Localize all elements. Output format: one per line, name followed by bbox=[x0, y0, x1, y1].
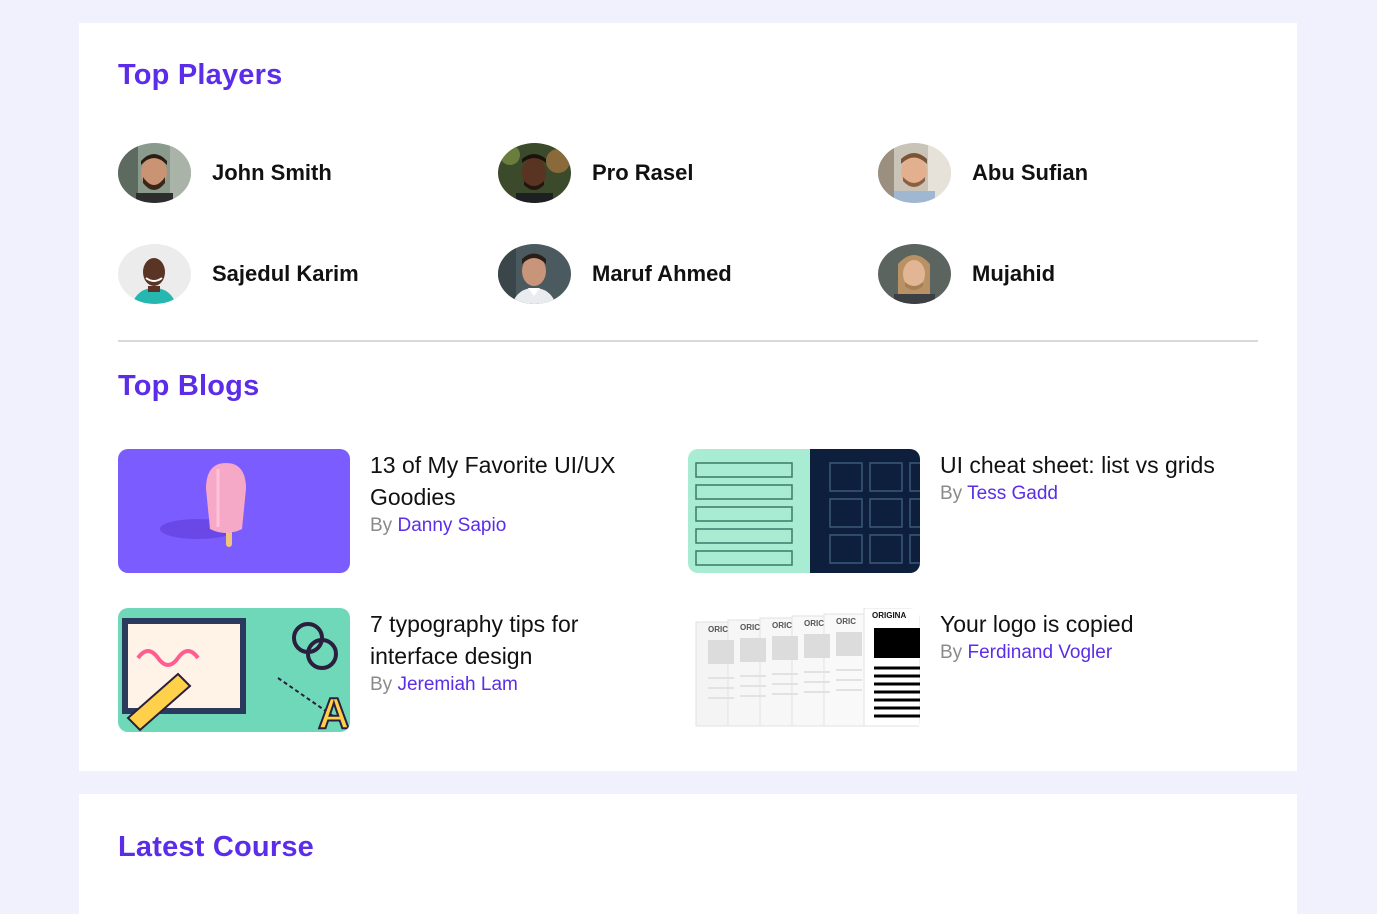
avatar bbox=[878, 143, 951, 203]
section-divider bbox=[118, 340, 1258, 342]
thumb-text: ORIC bbox=[836, 617, 856, 626]
letter-a-glyph: A bbox=[318, 689, 350, 732]
blog-thumbnail[interactable] bbox=[118, 449, 350, 573]
player-item[interactable]: John Smith bbox=[118, 143, 332, 203]
player-name: Abu Sufian bbox=[972, 160, 1089, 185]
thumb-text: ORIC bbox=[804, 619, 824, 628]
blog-thumbnail[interactable]: ORIC ORIC ORIC ORIC ORIC ORIGINA bbox=[688, 608, 920, 732]
thumb-text: ORIC bbox=[708, 625, 728, 634]
player-name: Sajedul Karim bbox=[212, 261, 359, 286]
player-item[interactable]: Abu Sufian bbox=[878, 143, 1088, 203]
latest-course-heading: Latest Course bbox=[118, 831, 314, 863]
blog-thumbnail[interactable]: A bbox=[118, 608, 350, 732]
blog-item[interactable]: ORIC ORIC ORIC ORIC ORIC ORIGINA Your lo… bbox=[688, 608, 1240, 732]
player-name: Pro Rasel bbox=[592, 160, 694, 185]
by-label: By bbox=[370, 515, 393, 536]
by-label: By bbox=[940, 483, 963, 504]
blog-author[interactable]: Ferdinand Vogler bbox=[967, 642, 1112, 663]
blog-item[interactable]: UI cheat sheet: list vs grids By Tess Ga… bbox=[688, 449, 1240, 573]
blog-title[interactable]: Your logo is copied bbox=[940, 608, 1240, 640]
player-item[interactable]: Sajedul Karim bbox=[118, 244, 359, 304]
avatar bbox=[498, 143, 571, 203]
blog-author[interactable]: Jeremiah Lam bbox=[397, 674, 517, 695]
blog-item[interactable]: 13 of My Favorite UI/UX Goodies By Danny… bbox=[118, 449, 670, 573]
avatar bbox=[498, 244, 571, 304]
latest-course-card: Latest Course bbox=[79, 794, 1297, 914]
thumb-text: ORIC bbox=[740, 623, 760, 632]
by-label: By bbox=[370, 674, 393, 695]
thumb-text: ORIC bbox=[772, 621, 792, 630]
player-name: Maruf Ahmed bbox=[592, 261, 732, 286]
player-item[interactable]: Maruf Ahmed bbox=[498, 244, 732, 304]
blog-title[interactable]: 13 of My Favorite UI/UX Goodies bbox=[370, 449, 670, 513]
avatar bbox=[118, 244, 191, 304]
top-players-blogs-card: Top Players John Smith Pro Rasel Abu Suf… bbox=[79, 23, 1297, 771]
blog-title[interactable]: 7 typography tips for interface design bbox=[370, 608, 670, 672]
top-players-heading: Top Players bbox=[118, 59, 283, 91]
thumb-text: ORIGINA bbox=[872, 611, 906, 620]
blog-title[interactable]: UI cheat sheet: list vs grids bbox=[940, 449, 1240, 481]
avatar bbox=[878, 244, 951, 304]
blog-author[interactable]: Tess Gadd bbox=[967, 483, 1058, 504]
blog-author[interactable]: Danny Sapio bbox=[397, 515, 506, 536]
avatar bbox=[118, 143, 191, 203]
player-item[interactable]: Mujahid bbox=[878, 244, 1055, 304]
player-item[interactable]: Pro Rasel bbox=[498, 143, 694, 203]
player-name: John Smith bbox=[212, 160, 332, 185]
blog-thumbnail[interactable] bbox=[688, 449, 920, 573]
blog-item[interactable]: A 7 typography tips for interface design… bbox=[118, 608, 670, 732]
top-blogs-heading: Top Blogs bbox=[118, 370, 260, 402]
by-label: By bbox=[940, 642, 963, 663]
player-name: Mujahid bbox=[972, 261, 1056, 286]
